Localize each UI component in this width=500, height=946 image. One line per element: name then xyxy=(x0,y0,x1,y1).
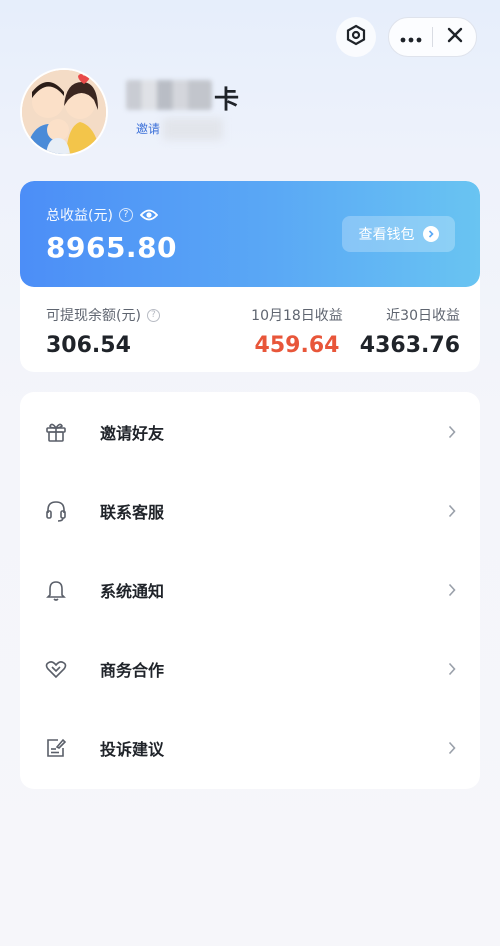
menu-item-business-cooperation[interactable]: 商务合作 xyxy=(20,629,480,708)
bell-icon xyxy=(44,578,68,602)
headset-icon xyxy=(44,499,68,523)
withdrawable-stat: 可提现余额(元) ? 306.54 xyxy=(46,305,160,358)
menu-item-contact-support[interactable]: 联系客服 xyxy=(20,471,480,550)
chevron-right-icon xyxy=(446,741,458,755)
feedback-edit-icon xyxy=(44,736,68,760)
chevron-right-icon xyxy=(446,583,458,597)
family-avatar-illustration xyxy=(22,70,106,154)
menu-item-system-notifications[interactable]: 系统通知 xyxy=(20,550,480,629)
month-earnings-value: 4363.76 xyxy=(359,333,460,358)
menu-item-label: 商务合作 xyxy=(100,660,165,680)
invite-code-label[interactable]: 邀请 xyxy=(136,120,160,137)
close-icon xyxy=(446,26,464,48)
total-earnings-value: 8965.80 xyxy=(46,231,178,264)
chevron-right-icon xyxy=(446,425,458,439)
help-icon[interactable]: ? xyxy=(146,308,160,322)
daily-earnings-value: 459.64 xyxy=(254,333,340,358)
daily-earnings-stat: 10月18日收益 459.64 xyxy=(235,305,359,358)
heart-handshake-icon xyxy=(44,657,68,681)
menu-item-invite-friends[interactable]: 邀请好友 xyxy=(20,392,480,471)
hexagon-ring-button[interactable] xyxy=(336,17,376,57)
total-earnings-label: 总收益(元) xyxy=(46,208,113,224)
withdrawable-label: 可提现余额(元) xyxy=(46,308,141,324)
settings-menu: 邀请好友 联系客服 系统通知 商务合作 投诉建议 xyxy=(20,392,480,789)
chevron-right-icon xyxy=(446,504,458,518)
close-button[interactable] xyxy=(433,17,476,57)
avatar[interactable] xyxy=(20,68,108,156)
gift-icon xyxy=(44,420,68,444)
menu-item-label: 联系客服 xyxy=(100,502,165,522)
help-icon[interactable]: ? xyxy=(118,208,133,222)
view-wallet-button[interactable]: 查看钱包 xyxy=(342,216,455,252)
username-suffix: 卡 xyxy=(214,85,240,114)
menu-item-complaints-suggestions[interactable]: 投诉建议 xyxy=(20,708,480,787)
username-blurred xyxy=(126,80,212,110)
chevron-right-icon xyxy=(446,662,458,676)
earnings-banner: 总收益(元) ? 8965.80 查看钱包 xyxy=(20,181,480,287)
more-dots-icon xyxy=(400,28,422,47)
menu-item-label: 投诉建议 xyxy=(100,739,165,759)
chevron-right-circle-icon xyxy=(422,226,439,242)
total-earnings-label-row: 总收益(元) ? xyxy=(46,205,159,225)
daily-earnings-label: 10月18日收益 xyxy=(251,308,343,324)
month-earnings-label: 近30日收益 xyxy=(386,308,460,324)
withdrawable-label-row: 可提现余额(元) ? xyxy=(46,305,160,325)
month-earnings-stat: 近30日收益 4363.76 xyxy=(360,305,460,358)
view-wallet-label: 查看钱包 xyxy=(358,227,415,243)
eye-icon[interactable] xyxy=(139,208,159,222)
menu-item-label: 邀请好友 xyxy=(100,423,165,443)
invite-code-blurred xyxy=(163,118,223,140)
mini-program-capsule xyxy=(388,17,477,57)
more-button[interactable] xyxy=(389,17,432,57)
menu-item-label: 系统通知 xyxy=(100,581,165,601)
withdrawable-value: 306.54 xyxy=(46,333,131,358)
hexagon-ring-icon xyxy=(345,24,367,50)
earnings-card: 总收益(元) ? 8965.80 查看钱包 可提现余额(元) ? 306.54 … xyxy=(20,181,480,372)
